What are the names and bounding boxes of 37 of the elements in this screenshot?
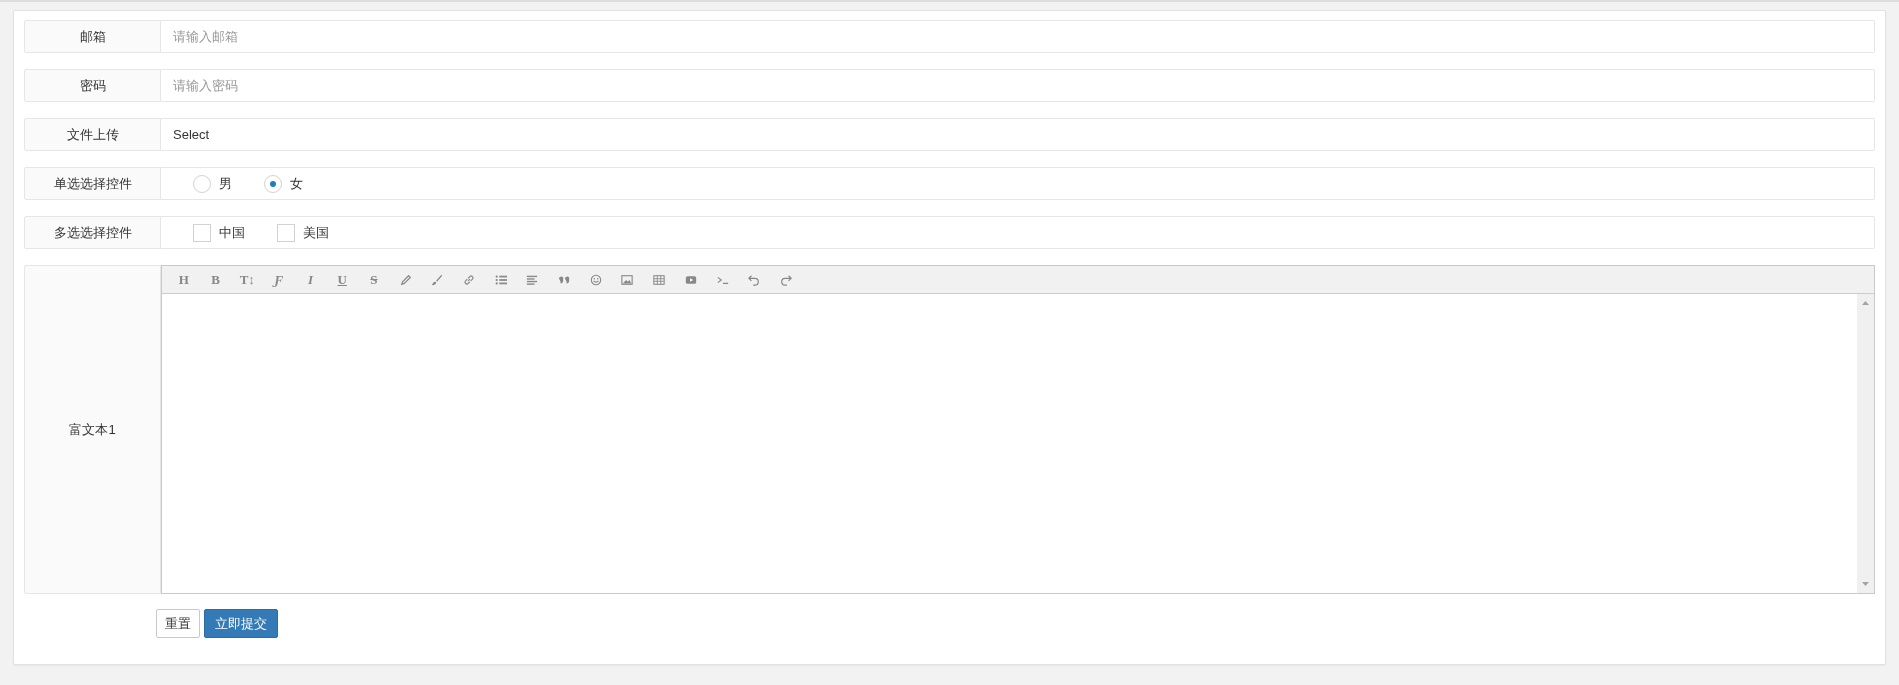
undo-icon[interactable]: [748, 273, 761, 286]
pencil-icon[interactable]: [399, 273, 412, 286]
strikethrough-button[interactable]: S: [358, 268, 390, 291]
link-icon[interactable]: [463, 273, 476, 286]
brush-icon[interactable]: [431, 273, 444, 286]
font-button[interactable]: Ƒ: [263, 268, 295, 291]
list-icon[interactable]: [494, 273, 507, 286]
file-select-link[interactable]: Select: [161, 124, 222, 145]
underline-button[interactable]: U: [326, 268, 359, 291]
checkbox-label: 中国: [219, 223, 245, 242]
checkbox-label: 美国: [303, 223, 329, 242]
field-label: 多选选择控件: [24, 216, 161, 249]
text-size-button[interactable]: T↕: [231, 268, 264, 291]
smiley-icon[interactable]: [589, 273, 602, 286]
field-label: 单选选择控件: [24, 167, 161, 200]
input-field[interactable]: 请输入邮箱: [161, 20, 1875, 53]
bold-button[interactable]: B: [199, 268, 232, 291]
scroll-down-icon[interactable]: [1862, 582, 1869, 586]
submit-button[interactable]: 立即提交: [204, 609, 278, 638]
image-icon[interactable]: [621, 273, 634, 286]
align-left-icon[interactable]: [526, 273, 539, 286]
heading-button[interactable]: H: [168, 268, 200, 291]
italic-button[interactable]: I: [294, 268, 327, 291]
field-label: 富文本1: [24, 265, 161, 594]
checkbox[interactable]: [193, 223, 211, 242]
table-icon[interactable]: [653, 273, 666, 286]
radio-label: 女: [290, 174, 303, 193]
radio-label: 男: [219, 174, 232, 193]
video-icon[interactable]: [684, 273, 697, 286]
field-label: 邮箱: [24, 20, 161, 53]
reset-button[interactable]: 重置: [156, 609, 200, 638]
input-field[interactable]: 请输入密码: [161, 69, 1875, 102]
redo-icon[interactable]: [779, 273, 792, 286]
checkbox[interactable]: [277, 223, 295, 242]
field-label: 文件上传: [24, 118, 161, 151]
scroll-up-icon[interactable]: [1862, 301, 1869, 305]
field-label: 密码: [24, 69, 161, 102]
